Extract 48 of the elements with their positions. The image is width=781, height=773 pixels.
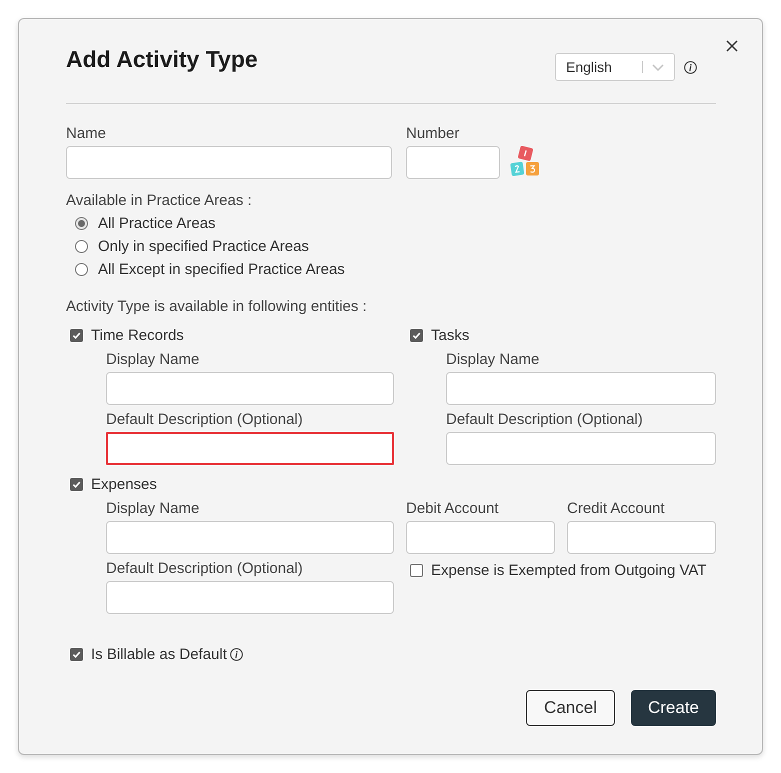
checkbox-label: Expenses	[91, 476, 157, 492]
checkbox-label: Tasks	[431, 326, 470, 344]
radio-label: All Except in specified Practice Areas	[98, 261, 345, 278]
radio-button[interactable]	[75, 240, 88, 253]
dialog-title: Add Activity Type	[66, 46, 258, 74]
field-label: Default Description (Optional)	[106, 560, 304, 578]
section-label: Activity Type is available in following entities :	[66, 298, 368, 316]
text-field[interactable]	[446, 372, 716, 405]
close-button[interactable]	[725, 39, 738, 52]
field-label: Display Name	[106, 500, 200, 518]
field-label: Display Name	[106, 351, 200, 369]
create-button[interactable]: Create	[630, 690, 716, 726]
number-blocks-icon[interactable]	[510, 146, 540, 177]
field-label: Debit Account	[406, 500, 500, 518]
checkbox[interactable]	[410, 328, 423, 342]
field-label: Number	[406, 125, 460, 143]
text-field[interactable]	[66, 146, 392, 179]
checkbox[interactable]	[70, 328, 83, 342]
checkbox-label: Is Billable as Default	[91, 646, 227, 662]
info-icon[interactable]	[684, 60, 697, 74]
info-icon[interactable]	[230, 648, 243, 660]
text-field[interactable]	[106, 581, 394, 614]
text-field[interactable]	[446, 432, 716, 465]
text-field[interactable]	[106, 521, 394, 554]
radio-label: All Practice Areas	[98, 215, 216, 232]
checkbox[interactable]	[70, 478, 83, 490]
cancel-button[interactable]: Cancel	[526, 690, 615, 726]
section-label: Available in Practice Areas :	[66, 192, 253, 210]
field-label: Default Description (Optional)	[106, 411, 304, 429]
field-label: Display Name	[446, 351, 540, 369]
checkbox-label: Time Records	[91, 326, 184, 344]
radio-label: Only in specified Practice Areas	[98, 238, 309, 255]
field-label: Name	[66, 125, 108, 143]
radio-button[interactable]	[75, 217, 88, 230]
chevron-down-icon	[652, 64, 664, 70]
text-field[interactable]	[567, 521, 716, 554]
checkbox-label: Expense is Exempted from Outgoing VAT	[431, 562, 706, 578]
field-label: Credit Account	[567, 500, 666, 518]
text-field[interactable]	[406, 521, 555, 554]
text-field[interactable]	[106, 372, 394, 405]
language-select[interactable]: English	[555, 53, 675, 81]
field-label: Default Description (Optional)	[446, 411, 644, 429]
close-icon	[726, 40, 738, 52]
text-field[interactable]	[106, 432, 394, 465]
text-field[interactable]	[406, 146, 500, 179]
radio-button[interactable]	[75, 263, 88, 276]
checkbox[interactable]	[70, 648, 83, 660]
checkbox[interactable]	[410, 564, 423, 576]
